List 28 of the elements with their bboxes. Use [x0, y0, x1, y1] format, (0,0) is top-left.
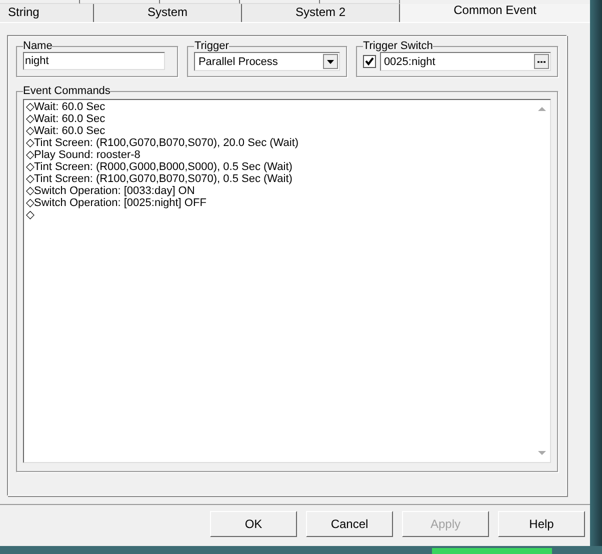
command-item[interactable]: ◇Tint Screen: (R100,G070,B070,S070), 0.5 Sec (Wait) [26, 173, 532, 185]
command-item[interactable]: ◇Wait: 60.0 Sec [26, 101, 532, 113]
tab[interactable]: System 2 [242, 4, 400, 22]
tab[interactable]: System [94, 4, 242, 22]
dialog-button[interactable]: Help [498, 511, 585, 537]
scroll-up-icon[interactable] [538, 106, 546, 112]
group-label: Trigger Switch [362, 40, 433, 52]
more-icon[interactable] [534, 54, 549, 69]
group-label: Trigger [194, 40, 229, 52]
command-item[interactable]: ◇Tint Screen: (R100,G070,B070,S070), 20.0 Sec (Wait) [26, 137, 532, 149]
command-item[interactable]: ◇Play Sound: rooster-8 [26, 149, 532, 161]
command-item[interactable]: ◇Wait: 60.0 Sec [26, 125, 532, 137]
switch-field[interactable]: 0025:night [380, 52, 551, 71]
command-item[interactable]: ◇Switch Operation: [0033:day] ON [26, 185, 532, 197]
name-field[interactable]: night [23, 52, 165, 70]
command-item[interactable]: ◇Tint Screen: (R000,G000,B000,S000), 0.5 Sec (Wait) [26, 161, 532, 173]
trigger-dropdown[interactable]: Parallel Process [194, 52, 340, 71]
scroll-down-icon[interactable] [538, 450, 546, 456]
tab[interactable]: String [0, 4, 94, 22]
group-label: Name [23, 40, 52, 52]
tab[interactable]: Common Event [400, 4, 590, 22]
command-item[interactable]: ◇Wait: 60.0 Sec [26, 113, 532, 125]
dialog-button[interactable]: Cancel [306, 511, 393, 537]
command-item[interactable]: ◇ [26, 209, 532, 221]
command-item[interactable]: ◇Switch Operation: [0025:night] OFF [26, 197, 532, 209]
dialog-button[interactable]: OK [210, 511, 297, 537]
checkbox[interactable] [362, 55, 376, 68]
group-label: Event Commands [23, 85, 110, 97]
